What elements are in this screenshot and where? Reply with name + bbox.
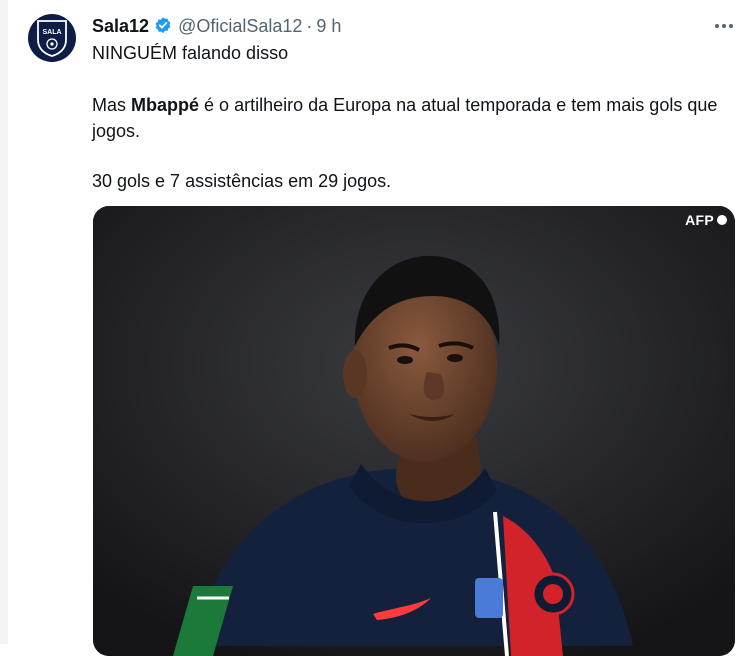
separator-dot: · — [306, 15, 313, 36]
player-photo — [93, 206, 735, 656]
tweet-timestamp[interactable]: 9 h — [316, 16, 341, 37]
author-handle[interactable]: @OficialSala12 — [178, 16, 302, 37]
author-name[interactable]: Sala12 — [92, 16, 149, 37]
svg-text:SALA: SALA — [42, 29, 61, 36]
tweet-text-line-1: NINGUÉM falando disso — [92, 43, 289, 63]
author-avatar[interactable]: SALA — [28, 14, 76, 62]
more-options-icon[interactable] — [712, 14, 736, 38]
sala12-crest-icon: SALA — [37, 20, 67, 57]
tweet-text-line-3: 30 gols e 7 assistências em 29 jogos. — [92, 171, 392, 191]
tweet-media-photo[interactable]: AFP — [93, 206, 735, 656]
verified-badge-icon — [153, 16, 173, 36]
tweet-header: Sala12 @OficialSala12 · 9 h — [92, 12, 341, 40]
afp-dot-icon — [717, 215, 727, 225]
afp-watermark-text: AFP — [685, 212, 714, 228]
tweet-text-paragraph-2: Mas Mbappé é o artilheiro da Europa na a… — [92, 92, 728, 144]
tweet-text-bold-name: Mbappé — [131, 95, 200, 115]
afp-watermark: AFP — [685, 212, 727, 228]
tweet-text-prefix: Mas — [92, 95, 127, 115]
timeline-left-border — [0, 0, 8, 644]
